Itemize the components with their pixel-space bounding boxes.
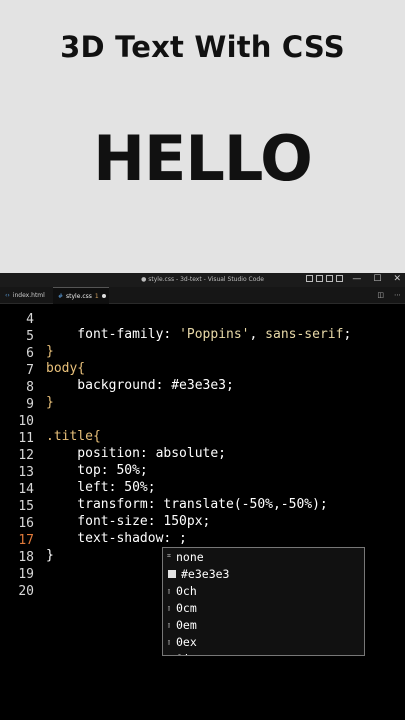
- suggestion-item[interactable]: ▯ 0cm: [163, 599, 364, 616]
- suggestion-label: #e3e3e3: [181, 566, 230, 581]
- suggestion-item[interactable]: ▯ 0ex: [163, 633, 364, 650]
- code-line: 5 }: [0, 314, 405, 359]
- minimize-icon[interactable]: —: [352, 274, 361, 284]
- unsaved-dot-icon[interactable]: [101, 294, 106, 298]
- editor-actions: ◫ ⋯: [377, 291, 401, 299]
- suggestion-label: 0em: [176, 617, 197, 632]
- maximize-icon[interactable]: ☐: [373, 274, 381, 284]
- line-number: 20: [18, 584, 34, 599]
- tab-label: style.css: [66, 292, 92, 300]
- html-file-icon: ‹›: [5, 292, 10, 299]
- autocomplete-suggestions[interactable]: ⌗ none #e3e3e3 ▯ 0ch ▯ 0cm ▯ 0em ▯ 0ex: [162, 547, 365, 656]
- split-editor-icon[interactable]: ◫: [377, 291, 384, 299]
- css-file-icon: #: [58, 292, 64, 300]
- tab-label: index.html: [12, 292, 45, 299]
- more-actions-icon[interactable]: ⋯: [394, 291, 401, 299]
- suggestion-label: 0ex: [176, 634, 197, 649]
- code-line: 15 font-size: 150px;: [0, 484, 405, 529]
- suggestion-label: 0cm: [176, 600, 197, 615]
- code-line: 4 font-family: 'Poppins', sans-serif;: [0, 304, 405, 342]
- suggestion-label: none: [176, 549, 204, 564]
- unit-icon: ▯: [166, 586, 172, 595]
- suggestion-item[interactable]: ▯ 0in: [163, 650, 364, 656]
- code-line: 12 top: 50%;: [0, 433, 405, 478]
- vscode-window: ● style.css - 3d-text - Visual Studio Co…: [0, 273, 405, 720]
- title-bar: ● style.css - 3d-text - Visual Studio Co…: [0, 273, 405, 287]
- code-line: 6 body{: [0, 331, 405, 376]
- code-line: 14 transform: translate(-50%,-50%);: [0, 467, 405, 512]
- tab-bar: ‹› index.html # style.css 1 ◫ ⋯: [0, 287, 405, 304]
- code-line: 8 }: [0, 365, 405, 410]
- code-line: 16 text-shadow: ;: [0, 501, 405, 546]
- suggestion-label: 0ch: [176, 583, 197, 598]
- code-line: 17 }: [0, 518, 405, 563]
- tab-style-css[interactable]: # style.css 1: [53, 287, 109, 304]
- code-line: 11 position: absolute;: [0, 416, 405, 461]
- unit-icon: ▯: [166, 637, 172, 646]
- toggle-sidebar-icon[interactable]: [306, 275, 313, 282]
- tab-index-html[interactable]: ‹› index.html: [0, 287, 50, 304]
- suggestion-item[interactable]: ▯ 0em: [163, 616, 364, 633]
- suggestion-item[interactable]: ▯ 0ch: [163, 582, 364, 599]
- toggle-panel-icon[interactable]: [316, 275, 323, 282]
- problem-count: 1: [94, 292, 99, 300]
- code-line: 10 .title{: [0, 399, 405, 444]
- unit-icon: ▯: [165, 655, 173, 656]
- code-editor[interactable]: 4 font-family: 'Poppins', sans-serif; 5 …: [0, 304, 405, 720]
- video-heading: 3D Text With CSS: [60, 30, 345, 64]
- hello-text: HELLO: [93, 122, 313, 195]
- close-icon[interactable]: ✕: [393, 274, 401, 284]
- suggestion-item[interactable]: #e3e3e3: [163, 565, 364, 582]
- value-icon: ⌗: [167, 552, 171, 560]
- code-line: 9: [0, 382, 405, 412]
- preview-area: 3D Text With CSS HELLO: [0, 0, 405, 273]
- layout-controls: [306, 275, 343, 282]
- window-title: ● style.css - 3d-text - Visual Studio Co…: [141, 276, 264, 283]
- code-line: 7 background: #e3e3e3;: [0, 348, 405, 393]
- unit-icon: ▯: [166, 620, 172, 629]
- suggestion-item[interactable]: ⌗ none: [163, 548, 364, 565]
- window-controls: — ☐ ✕: [352, 274, 401, 284]
- code-line: 13 left: 50%;: [0, 450, 405, 495]
- customize-layout-icon[interactable]: [336, 275, 343, 282]
- toggle-secondary-sidebar-icon[interactable]: [326, 275, 333, 282]
- unit-icon: ▯: [166, 603, 172, 612]
- suggestion-label: 0in: [176, 652, 197, 656]
- color-swatch-icon: [168, 569, 176, 578]
